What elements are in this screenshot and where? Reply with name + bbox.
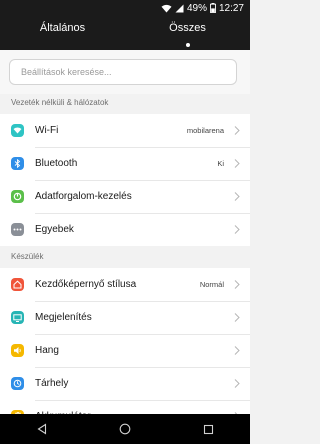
settings-item-sound[interactable]: Hang [0, 334, 250, 367]
section-title: Készülék [11, 252, 44, 261]
navigation-bar [0, 414, 250, 444]
cell-signal-icon [175, 4, 184, 12]
section-header-device: Készülék [0, 248, 250, 266]
home-icon [11, 278, 24, 291]
section-title: Vezeték nélküli & hálózatok [11, 98, 109, 107]
wireless-list: Wi-Fi mobilarena Bluetooth Ki Adatforgal… [0, 114, 250, 246]
settings-item-more[interactable]: Egyebek [0, 213, 250, 246]
battery-icon [210, 3, 216, 13]
tab-general-label: Általános [39, 22, 86, 34]
home-button[interactable] [110, 414, 140, 444]
storage-icon [11, 377, 24, 390]
search-placeholder: Beállítások keresése... [21, 67, 112, 77]
back-icon [37, 423, 46, 435]
recents-button[interactable] [193, 414, 223, 444]
recents-icon [203, 424, 213, 434]
wifi-icon [11, 124, 24, 137]
chevron-right-icon [234, 159, 240, 168]
tab-bar: Általános Összes [0, 22, 250, 48]
settings-item-bluetooth[interactable]: Bluetooth Ki [0, 147, 250, 180]
chevron-right-icon [234, 280, 240, 289]
section-header-wireless: Vezeték nélküli & hálózatok [0, 94, 250, 112]
chevron-right-icon [234, 379, 240, 388]
tab-all[interactable]: Összes [125, 22, 250, 48]
more-icon [11, 223, 24, 236]
bluetooth-icon [11, 157, 24, 170]
active-tab-indicator [185, 43, 190, 47]
chevron-right-icon [234, 346, 240, 355]
battery-percentage: 49% [186, 2, 207, 14]
settings-item-value: mobilarena [186, 126, 224, 135]
tab-general[interactable]: Általános [0, 22, 125, 48]
settings-item-label: Egyebek [35, 224, 74, 235]
back-button[interactable] [27, 414, 57, 444]
settings-item-value: Normál [199, 280, 224, 289]
data-usage-icon [11, 190, 24, 203]
settings-item-label: Tárhely [35, 378, 69, 389]
clock: 12:27 [218, 2, 244, 14]
device-list: Kezdőképernyő stílusa Normál Megjeleníté… [0, 268, 250, 433]
settings-item-label: Adatforgalom-kezelés [35, 191, 132, 202]
settings-item-label: Wi-Fi [35, 125, 59, 136]
chevron-right-icon [234, 225, 240, 234]
chevron-right-icon [234, 313, 240, 322]
settings-item-value: Ki [217, 159, 224, 168]
settings-item-storage[interactable]: Tárhely [0, 367, 250, 400]
chevron-right-icon [234, 126, 240, 135]
chevron-right-icon [234, 192, 240, 201]
sound-icon [11, 344, 24, 357]
wifi-signal-icon [161, 4, 172, 12]
search-area: Beállítások keresése... [0, 50, 250, 94]
home-circle-icon [119, 423, 131, 435]
settings-item-label: Hang [35, 345, 59, 356]
tab-all-label: Összes [169, 22, 206, 34]
settings-item-display[interactable]: Megjelenítés [0, 301, 250, 334]
search-input[interactable]: Beállítások keresése... [9, 59, 237, 85]
status-bar: 49% 12:27 [0, 0, 250, 16]
settings-item-label: Megjelenítés [35, 312, 92, 323]
top-bar: 49% 12:27 Általános Összes [0, 0, 250, 50]
display-icon [11, 311, 24, 324]
settings-item-wifi[interactable]: Wi-Fi mobilarena [0, 114, 250, 147]
settings-item-home-style[interactable]: Kezdőképernyő stílusa Normál [0, 268, 250, 301]
settings-item-data-usage[interactable]: Adatforgalom-kezelés [0, 180, 250, 213]
settings-item-label: Kezdőképernyő stílusa [35, 279, 137, 290]
settings-item-label: Bluetooth [35, 158, 78, 169]
